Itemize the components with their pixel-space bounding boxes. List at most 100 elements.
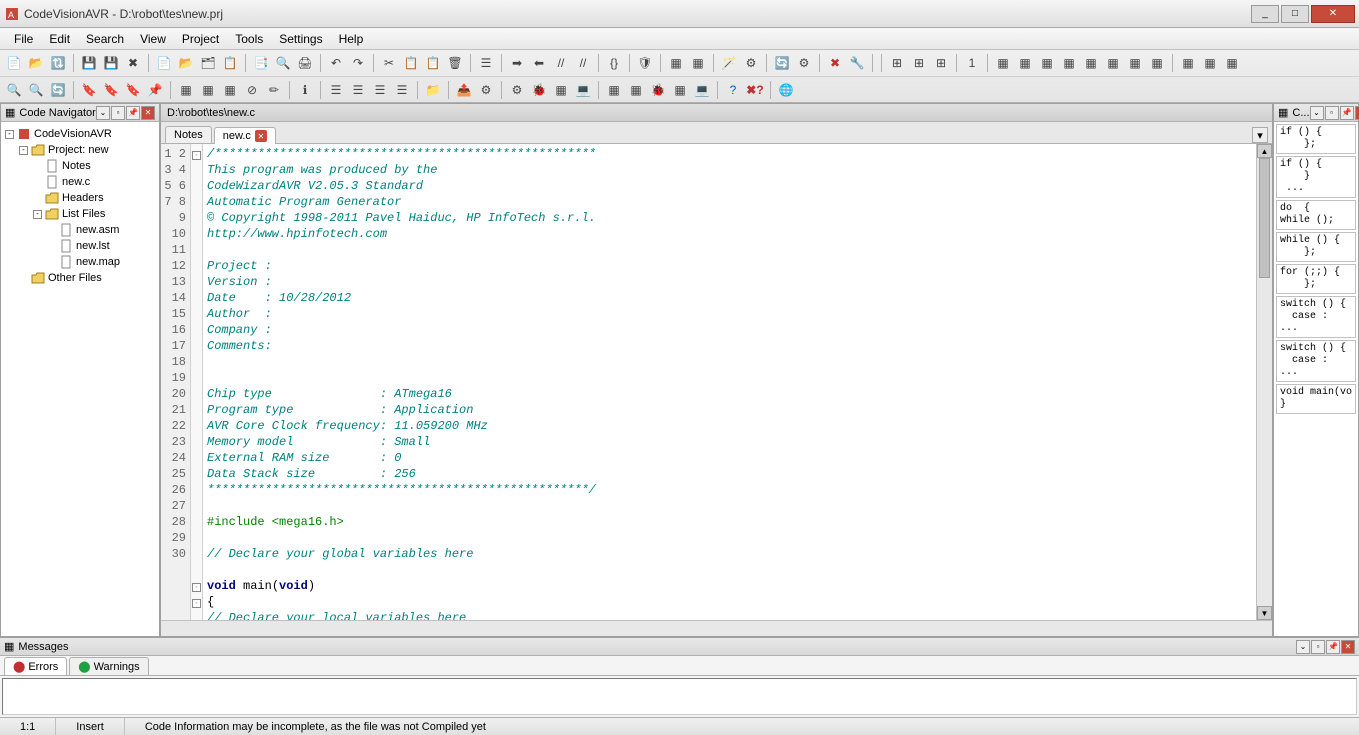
nav-close-button[interactable]: ✕ (141, 106, 155, 120)
tab-close-icon[interactable]: ✕ (255, 130, 267, 142)
info-icon[interactable]: ℹ (295, 80, 315, 100)
tree-headers[interactable]: Headers (33, 190, 155, 206)
form-icon-4[interactable]: ▦ (1059, 53, 1079, 73)
menu-settings[interactable]: Settings (271, 30, 330, 48)
code-editor[interactable]: 1 2 3 4 5 6 7 8 9 10 11 12 13 14 15 16 1… (161, 144, 1272, 620)
layout-icon-1[interactable]: ⊞ (887, 53, 907, 73)
bug-icon[interactable]: 🐞 (529, 80, 549, 100)
template-item[interactable]: while () { }; (1276, 232, 1356, 262)
outdent-icon[interactable]: ⬅ (529, 53, 549, 73)
delete-icon[interactable]: 🗑 (445, 53, 465, 73)
template-item[interactable]: do { while (); (1276, 200, 1356, 230)
recent-files-icon[interactable]: 🔃 (48, 53, 68, 73)
nav-collapse-button[interactable]: ⌄ (96, 106, 110, 120)
minimize-button[interactable]: _ (1251, 5, 1279, 23)
scroll-up-icon[interactable]: ▲ (1257, 144, 1272, 158)
horizontal-scrollbar[interactable] (161, 620, 1272, 636)
layout-icon-3[interactable]: ⊞ (931, 53, 951, 73)
nav-restore-button[interactable]: ▫ (111, 106, 125, 120)
bookmark-add-icon[interactable]: 🔖 (79, 80, 99, 100)
bookmark-clear-icon[interactable]: 📌 (145, 80, 165, 100)
template-item[interactable]: for (;;) { }; (1276, 264, 1356, 294)
grid-icon-2[interactable]: ▦ (1200, 53, 1220, 73)
tmpl-close-button[interactable]: ✕ (1355, 106, 1359, 120)
tree-newasm[interactable]: new.asm (47, 222, 155, 238)
align-center-icon[interactable]: ☰ (348, 80, 368, 100)
tree-notes[interactable]: Notes (33, 158, 155, 174)
align-justify-icon[interactable]: ☰ (392, 80, 412, 100)
redo-icon[interactable]: ↷ (348, 53, 368, 73)
web-icon[interactable]: 🌐 (776, 80, 796, 100)
bookmark-next-icon[interactable]: 🔖 (101, 80, 121, 100)
indent-icon[interactable]: ➡ (507, 53, 527, 73)
save-icon[interactable]: 💾 (79, 53, 99, 73)
folder-tool-icon[interactable]: 📁 (423, 80, 443, 100)
save-all-icon[interactable]: 💾 (101, 53, 121, 73)
erase-icon[interactable]: ✖ (825, 53, 845, 73)
paste-icon[interactable]: 📋 (423, 53, 443, 73)
print-icon[interactable]: 🖨 (295, 53, 315, 73)
menu-project[interactable]: Project (174, 30, 227, 48)
template-item[interactable]: switch () { case : ... (1276, 296, 1356, 338)
uncomment-icon[interactable]: // (573, 53, 593, 73)
tree-project[interactable]: - Project: new (19, 142, 155, 158)
tab-errors[interactable]: ⬤ Errors (4, 657, 67, 675)
menu-edit[interactable]: Edit (41, 30, 78, 48)
menu-view[interactable]: View (132, 30, 174, 48)
align-left-icon[interactable]: ☰ (326, 80, 346, 100)
page-setup-icon[interactable]: 📑 (251, 53, 271, 73)
scroll-thumb[interactable] (1259, 158, 1270, 278)
chip-icon-2[interactable]: ▦ (688, 53, 708, 73)
tree-root[interactable]: - CodeVisionAVR (5, 126, 155, 142)
form-icon-6[interactable]: ▦ (1103, 53, 1123, 73)
about-x-icon[interactable]: ✖? (745, 80, 765, 100)
goto-icon[interactable]: 1 (962, 53, 982, 73)
reload-icon[interactable]: 🔄 (772, 53, 792, 73)
tab-newc[interactable]: new.c ✕ (214, 127, 276, 144)
form-icon-8[interactable]: ▦ (1147, 53, 1167, 73)
template-item[interactable]: if () { } ... (1276, 156, 1356, 198)
template-item[interactable]: if () { }; (1276, 124, 1356, 154)
project-list-icon[interactable]: 🗂 (198, 53, 218, 73)
menu-search[interactable]: Search (78, 30, 132, 48)
msg-restore-button[interactable]: ▫ (1311, 640, 1325, 654)
close-button[interactable]: ✕ (1311, 5, 1355, 23)
form-icon-2[interactable]: ▦ (1015, 53, 1035, 73)
bookmark-prev-icon[interactable]: 🔖 (123, 80, 143, 100)
tmpl-restore-button[interactable]: ▫ (1325, 106, 1339, 120)
compile-icon[interactable]: ▦ (176, 80, 196, 100)
template-item[interactable]: void main(vo } (1276, 384, 1356, 414)
debug-icon-4[interactable]: ▦ (670, 80, 690, 100)
tab-warnings[interactable]: ⬤ Warnings (69, 657, 148, 675)
form-icon-7[interactable]: ▦ (1125, 53, 1145, 73)
align-right-icon[interactable]: ☰ (370, 80, 390, 100)
vertical-scrollbar[interactable]: ▲ ▼ (1256, 144, 1272, 620)
gear-icon[interactable]: ⚙ (741, 53, 761, 73)
replace-icon[interactable]: 🔄 (48, 80, 68, 100)
code-text[interactable]: /***************************************… (203, 144, 1256, 620)
form-icon-5[interactable]: ▦ (1081, 53, 1101, 73)
tree-otherfiles[interactable]: Other Files (19, 270, 155, 286)
msg-pin-button[interactable]: 📌 (1326, 640, 1340, 654)
new-project-icon[interactable]: 📄 (154, 53, 174, 73)
layout-icon-2[interactable]: ⊞ (909, 53, 929, 73)
build-all-icon[interactable]: ▦ (220, 80, 240, 100)
wand-icon[interactable]: ✏ (264, 80, 284, 100)
cut-icon[interactable]: ✂ (379, 53, 399, 73)
menu-tools[interactable]: Tools (227, 30, 271, 48)
help-icon[interactable]: ? (723, 80, 743, 100)
open-project-icon[interactable]: 📂 (176, 53, 196, 73)
build-icon[interactable]: ▦ (198, 80, 218, 100)
template-item[interactable]: switch () { case : ... (1276, 340, 1356, 382)
form-icon-1[interactable]: ▦ (993, 53, 1013, 73)
tools-icon[interactable]: 🔧 (847, 53, 867, 73)
notes-icon[interactable]: 📋 (220, 53, 240, 73)
debug-gear-icon[interactable]: ⚙ (507, 80, 527, 100)
debug-icon-1[interactable]: ▦ (604, 80, 624, 100)
print-preview-icon[interactable]: 🔍 (273, 53, 293, 73)
open-file-icon[interactable]: 📂 (26, 53, 46, 73)
legacy-icon[interactable]: 🛡 (635, 53, 655, 73)
tab-notes[interactable]: Notes (165, 126, 212, 143)
tmpl-pin-button[interactable]: 📌 (1340, 106, 1354, 120)
tree-listfiles[interactable]: - List Files (33, 206, 155, 222)
